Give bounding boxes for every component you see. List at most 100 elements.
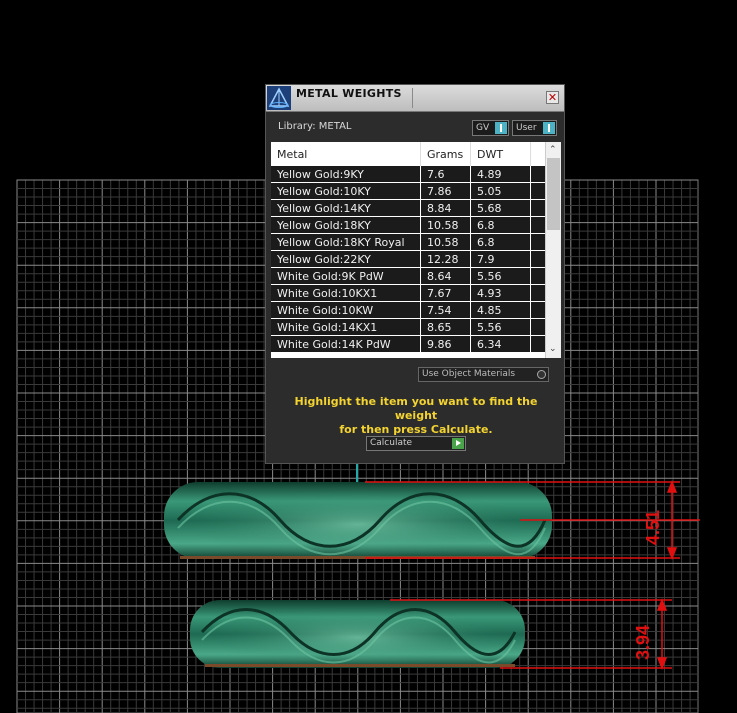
dwt-cell: 5.05 [477, 185, 502, 198]
column-header-dwt[interactable]: DWT [477, 148, 503, 161]
column-divider [470, 285, 471, 302]
metal-name-cell: Yellow Gold:18KY Royal [277, 236, 405, 249]
grams-cell: 8.84 [427, 202, 452, 215]
column-divider [420, 183, 421, 200]
column-divider [420, 336, 421, 353]
column-divider [530, 183, 531, 200]
table-row[interactable]: Yellow Gold:14KY 8.84 5.68 [271, 200, 545, 217]
instruction-line-1: Highlight the item you want to find the … [294, 395, 538, 422]
play-arrow-icon [452, 438, 464, 449]
grams-cell: 8.64 [427, 270, 452, 283]
column-divider [470, 268, 471, 285]
lower-height-dimension: 3.94 [633, 624, 653, 660]
grams-cell: 12.28 [427, 253, 459, 266]
close-button[interactable]: ✕ [546, 91, 559, 104]
dwt-cell: 6.34 [477, 338, 502, 351]
scroll-down-icon[interactable]: ⌄ [549, 344, 557, 354]
dwt-cell: 5.56 [477, 270, 502, 283]
table-row[interactable]: Yellow Gold:10KY 7.86 5.05 [271, 183, 545, 200]
matrix-app-icon [267, 86, 291, 110]
upper-ring [164, 482, 552, 559]
radio-icon [537, 370, 546, 379]
column-divider [470, 336, 471, 353]
grams-cell: 10.58 [427, 236, 459, 249]
metal-name-cell: Yellow Gold:22KY [277, 253, 371, 266]
grams-cell: 9.86 [427, 338, 452, 351]
dwt-cell: 4.85 [477, 304, 502, 317]
column-divider [530, 200, 531, 217]
library-label: Library: METAL [278, 121, 352, 132]
metal-name-cell: Yellow Gold:18KY [277, 219, 371, 232]
user-selector[interactable]: User [512, 120, 557, 136]
column-divider [470, 319, 471, 336]
column-divider [530, 166, 531, 183]
use-object-materials-toggle[interactable]: Use Object Materials [418, 367, 549, 382]
table-row[interactable]: Yellow Gold:9KY 7.6 4.89 [271, 166, 545, 183]
column-divider [530, 285, 531, 302]
column-divider [420, 166, 421, 183]
column-divider [470, 217, 471, 234]
grams-cell: 7.67 [427, 287, 452, 300]
column-divider [420, 200, 421, 217]
calculate-button[interactable]: Calculate [366, 436, 466, 451]
table-row[interactable]: Yellow Gold:18KY 10.58 6.8 [271, 217, 545, 234]
table-row[interactable]: White Gold:14K PdW 9.86 6.34 [271, 336, 545, 353]
metal-name-cell: Yellow Gold:10KY [277, 185, 371, 198]
title-separator [412, 88, 413, 108]
instruction-text: Highlight the item you want to find the … [276, 395, 556, 437]
dwt-cell: 6.8 [477, 236, 495, 249]
calculate-label: Calculate [370, 438, 413, 448]
dropdown-arrow-icon [495, 122, 507, 134]
metal-name-cell: White Gold:10KX1 [277, 287, 378, 300]
column-divider [530, 268, 531, 285]
metal-name-cell: White Gold:10KW [277, 304, 374, 317]
column-divider [530, 319, 531, 336]
column-divider [470, 234, 471, 251]
grams-cell: 7.6 [427, 168, 445, 181]
table-scrollbar[interactable]: ⌃ ⌄ [545, 142, 561, 358]
dwt-cell: 4.93 [477, 287, 502, 300]
table-row[interactable]: Yellow Gold:18KY Royal 10.58 6.8 [271, 234, 545, 251]
table-row[interactable]: White Gold:9K PdW 8.64 5.56 [271, 268, 545, 285]
use-object-materials-label: Use Object Materials [422, 369, 516, 379]
metal-weights-dialog: METAL WEIGHTS ✕ Library: METAL GV User M… [265, 84, 565, 464]
column-divider [420, 302, 421, 319]
table-row[interactable]: White Gold:14KX1 8.65 5.56 [271, 319, 545, 336]
metal-name-cell: Yellow Gold:14KY [277, 202, 371, 215]
column-divider [420, 217, 421, 234]
table-body: Yellow Gold:9KY 7.6 4.89 Yellow Gold:10KY 7.… [271, 166, 545, 358]
dwt-cell: 5.56 [477, 321, 502, 334]
dwt-cell: 5.68 [477, 202, 502, 215]
table-row[interactable]: Yellow Gold:22KY 12.28 7.9 [271, 251, 545, 268]
column-divider [420, 285, 421, 302]
column-divider [420, 268, 421, 285]
close-icon: ✕ [547, 91, 558, 104]
column-divider [470, 200, 471, 217]
metal-name-cell: White Gold:9K PdW [277, 270, 384, 283]
dwt-cell: 6.8 [477, 219, 495, 232]
metal-name-cell: White Gold:14K PdW [277, 338, 391, 351]
column-header-grams[interactable]: Grams [427, 148, 463, 161]
lower-ring [190, 600, 525, 668]
column-header-metal[interactable]: Metal [277, 148, 307, 161]
row-divider [271, 352, 545, 353]
table-row[interactable]: White Gold:10KX1 7.67 4.93 [271, 285, 545, 302]
column-divider [420, 234, 421, 251]
dialog-titlebar[interactable]: METAL WEIGHTS ✕ [266, 85, 564, 112]
table-row[interactable]: White Gold:10KW 7.54 4.85 [271, 302, 545, 319]
column-divider [470, 183, 471, 200]
dwt-cell: 7.9 [477, 253, 495, 266]
grams-cell: 10.58 [427, 219, 459, 232]
column-divider [530, 217, 531, 234]
column-divider [530, 302, 531, 319]
scroll-thumb[interactable] [547, 158, 560, 230]
grams-cell: 7.86 [427, 185, 452, 198]
gv-selector[interactable]: GV [472, 120, 509, 136]
dropdown-arrow-icon [543, 122, 555, 134]
column-divider [470, 302, 471, 319]
scroll-up-icon[interactable]: ⌃ [549, 145, 557, 155]
column-divider [420, 251, 421, 268]
column-divider [470, 166, 471, 183]
gv-selector-label: GV [476, 123, 490, 133]
grams-cell: 7.54 [427, 304, 452, 317]
